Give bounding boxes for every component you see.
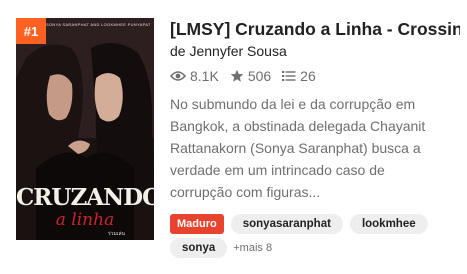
votes-stat: 506 [230,68,271,84]
tag-sonyasaranphat[interactable]: sonyasaranphat [230,214,343,234]
tag-sonya[interactable]: sonya [170,238,228,258]
story-title[interactable]: [LMSY] Cruzando a Linha - Crossing... [170,19,460,40]
more-tags-link[interactable]: +mais 8 [233,242,272,254]
cover-tiny-text: ร่วมเล่น [108,231,125,237]
author-prefix: de [170,43,186,59]
rank-badge: #1 [16,18,46,44]
votes-count: 506 [247,68,272,84]
reads-count: 8.1K [190,68,219,84]
cover-credit-text: SONYA SARANPHAT AND LOOKMHEE PUNYAPAT [46,22,151,27]
tag-lookmhee[interactable]: lookmhee [349,214,428,234]
story-card[interactable]: #1 SONYA SARANPHAT AND LOOKMHEE PUNYAPAT… [0,0,467,274]
star-icon [230,69,244,82]
mature-badge: Maduro [170,214,224,234]
tags-row: Maduro sonyasaranphat lookmhee [170,213,435,235]
story-stats: 8.1K 506 26 [170,67,327,85]
eye-icon [170,71,186,81]
tags-row-2: sonya +mais 8 [170,237,272,259]
parts-count: 26 [300,68,316,84]
cover-subtitle-text: a linha [55,210,115,230]
list-icon [282,71,296,81]
story-description: No submundo da lei e da corrupção em Ban… [170,96,426,200]
parts-stat: 26 [282,68,316,84]
cover-title-text: CRUZANDO [16,184,154,211]
reads-stat: 8.1K [170,68,219,84]
story-cover[interactable]: #1 SONYA SARANPHAT AND LOOKMHEE PUNYAPAT… [16,18,154,240]
author-name[interactable]: Jennyfer Sousa [189,43,286,59]
story-author: de Jennyfer Sousa [170,43,287,59]
